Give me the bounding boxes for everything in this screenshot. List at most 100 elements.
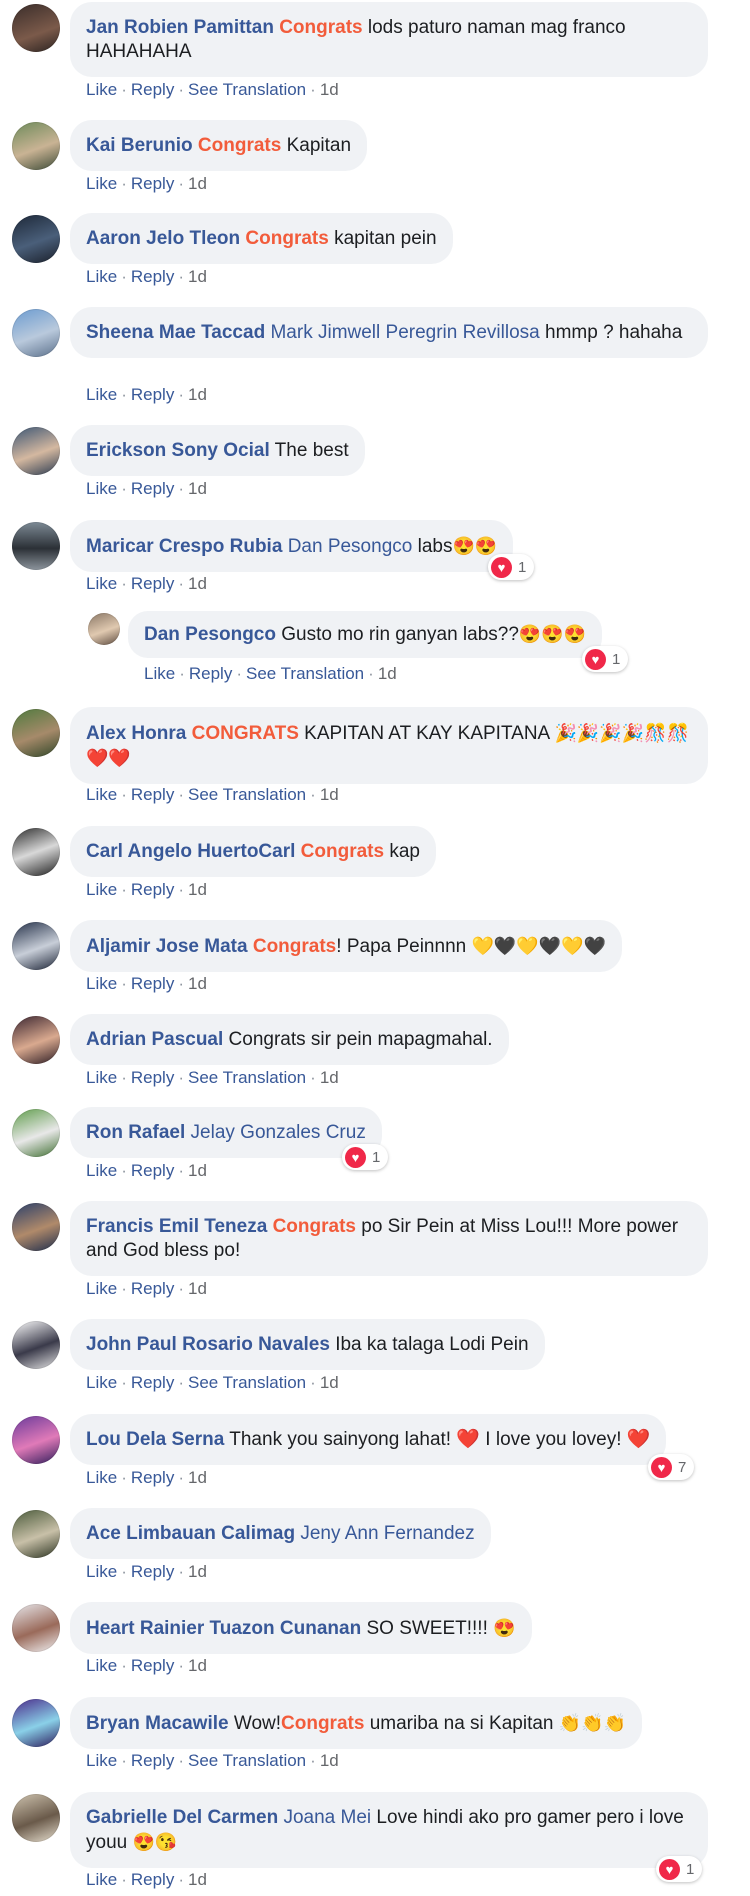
- comment-timestamp[interactable]: 1d: [320, 785, 339, 804]
- reply-button[interactable]: Reply: [131, 174, 174, 193]
- reply-button[interactable]: Reply: [131, 1468, 174, 1487]
- like-button[interactable]: Like: [86, 1161, 117, 1180]
- comment-timestamp[interactable]: 1d: [188, 1656, 207, 1675]
- reply-button[interactable]: Reply: [131, 267, 174, 286]
- see-translation-link[interactable]: See Translation: [188, 80, 306, 99]
- avatar[interactable]: [12, 1794, 60, 1842]
- reply-button[interactable]: Reply: [131, 479, 174, 498]
- reaction-badge[interactable]: ♥ 1: [656, 1856, 703, 1882]
- see-translation-link[interactable]: See Translation: [188, 1751, 306, 1770]
- like-button[interactable]: Like: [86, 1751, 117, 1770]
- avatar[interactable]: [12, 1604, 60, 1652]
- reply-button[interactable]: Reply: [131, 1870, 174, 1889]
- comment-author[interactable]: Ace Limbauan Calimag: [86, 1523, 295, 1544]
- mention-link[interactable]: Jeny Ann Fernandez: [300, 1523, 474, 1544]
- reply-button[interactable]: Reply: [189, 664, 232, 683]
- like-button[interactable]: Like: [86, 1562, 117, 1581]
- comment-author[interactable]: Heart Rainier Tuazon Cunanan: [86, 1618, 361, 1639]
- like-button[interactable]: Like: [86, 385, 117, 404]
- reply-button[interactable]: Reply: [131, 880, 174, 899]
- see-translation-link[interactable]: See Translation: [188, 1373, 306, 1392]
- like-button[interactable]: Like: [86, 267, 117, 286]
- comment-author[interactable]: Ron Rafael: [86, 1122, 185, 1143]
- reply-button[interactable]: Reply: [131, 785, 174, 804]
- avatar[interactable]: [12, 1416, 60, 1464]
- comment-author[interactable]: Maricar Crespo Rubia: [86, 536, 282, 557]
- reply-button[interactable]: Reply: [131, 385, 174, 404]
- comment-author[interactable]: Aljamir Jose Mata: [86, 936, 248, 957]
- see-translation-link[interactable]: See Translation: [246, 664, 364, 683]
- comment-author[interactable]: John Paul Rosario Navales: [86, 1334, 330, 1355]
- avatar[interactable]: [12, 1321, 60, 1369]
- comment-timestamp[interactable]: 1d: [188, 1468, 207, 1487]
- reply-button[interactable]: Reply: [131, 1373, 174, 1392]
- reply-button[interactable]: Reply: [131, 80, 174, 99]
- like-button[interactable]: Like: [86, 1656, 117, 1675]
- avatar[interactable]: [12, 1510, 60, 1558]
- reply-button[interactable]: Reply: [131, 974, 174, 993]
- avatar[interactable]: [12, 709, 60, 757]
- reply-button[interactable]: Reply: [131, 574, 174, 593]
- like-button[interactable]: Like: [86, 1468, 117, 1487]
- mention-link[interactable]: Dan Pesongco: [288, 536, 413, 557]
- mention-link[interactable]: Joana Mei: [283, 1807, 371, 1828]
- see-translation-link[interactable]: See Translation: [188, 1068, 306, 1087]
- avatar[interactable]: [12, 1699, 60, 1747]
- comment-author[interactable]: Bryan Macawile: [86, 1713, 229, 1734]
- like-button[interactable]: Like: [86, 479, 117, 498]
- reply-button[interactable]: Reply: [131, 1279, 174, 1298]
- comment-timestamp[interactable]: 1d: [188, 1161, 207, 1180]
- mention-link[interactable]: Jelay Gonzales Cruz: [191, 1122, 366, 1143]
- reaction-badge[interactable]: ♥ 1: [488, 554, 535, 580]
- reply-button[interactable]: Reply: [131, 1161, 174, 1180]
- avatar[interactable]: [12, 215, 60, 263]
- avatar[interactable]: [12, 1016, 60, 1064]
- comment-timestamp[interactable]: 1d: [188, 880, 207, 899]
- like-button[interactable]: Like: [86, 785, 117, 804]
- comment-timestamp[interactable]: 1d: [320, 1068, 339, 1087]
- comment-timestamp[interactable]: 1d: [320, 1373, 339, 1392]
- reaction-badge[interactable]: ♥ 7: [648, 1454, 695, 1480]
- comment-author[interactable]: Aaron Jelo Tleon: [86, 228, 240, 249]
- comment-author[interactable]: Alex Honra: [86, 723, 186, 744]
- like-button[interactable]: Like: [86, 1068, 117, 1087]
- comment-author[interactable]: Jan Robien Pamittan: [86, 17, 274, 38]
- like-button[interactable]: Like: [86, 80, 117, 99]
- comment-timestamp[interactable]: 1d: [188, 267, 207, 286]
- avatar[interactable]: [12, 427, 60, 475]
- like-button[interactable]: Like: [86, 974, 117, 993]
- avatar[interactable]: [12, 828, 60, 876]
- comment-timestamp[interactable]: 1d: [188, 385, 207, 404]
- avatar[interactable]: [12, 309, 60, 357]
- comment-author[interactable]: Carl Angelo HuertoCarl: [86, 841, 295, 862]
- avatar[interactable]: [12, 522, 60, 570]
- reply-button[interactable]: Reply: [131, 1656, 174, 1675]
- avatar[interactable]: [12, 4, 60, 52]
- comment-timestamp[interactable]: 1d: [378, 664, 397, 683]
- comment-timestamp[interactable]: 1d: [188, 974, 207, 993]
- see-translation-link[interactable]: See Translation: [188, 785, 306, 804]
- like-button[interactable]: Like: [86, 1373, 117, 1392]
- comment-author[interactable]: Adrian Pascual: [86, 1029, 223, 1050]
- comment-author[interactable]: Francis Emil Teneza: [86, 1216, 267, 1237]
- like-button[interactable]: Like: [86, 574, 117, 593]
- like-button[interactable]: Like: [86, 174, 117, 193]
- comment-author[interactable]: Kai Berunio: [86, 135, 193, 156]
- comment-timestamp[interactable]: 1d: [188, 1279, 207, 1298]
- comment-timestamp[interactable]: 1d: [320, 80, 339, 99]
- comment-author[interactable]: Erickson Sony Ocial: [86, 440, 270, 461]
- comment-timestamp[interactable]: 1d: [188, 1870, 207, 1889]
- comment-author[interactable]: Lou Dela Serna: [86, 1429, 224, 1450]
- avatar[interactable]: [12, 922, 60, 970]
- like-button[interactable]: Like: [144, 664, 175, 683]
- reply-button[interactable]: Reply: [131, 1562, 174, 1581]
- comment-author[interactable]: Gabrielle Del Carmen: [86, 1807, 278, 1828]
- comment-timestamp[interactable]: 1d: [188, 479, 207, 498]
- avatar[interactable]: [88, 613, 120, 645]
- avatar[interactable]: [12, 1203, 60, 1251]
- avatar[interactable]: [12, 122, 60, 170]
- reply-button[interactable]: Reply: [131, 1068, 174, 1087]
- comment-author[interactable]: Sheena Mae Taccad: [86, 322, 265, 343]
- comment-timestamp[interactable]: 1d: [188, 1562, 207, 1581]
- comment-timestamp[interactable]: 1d: [320, 1751, 339, 1770]
